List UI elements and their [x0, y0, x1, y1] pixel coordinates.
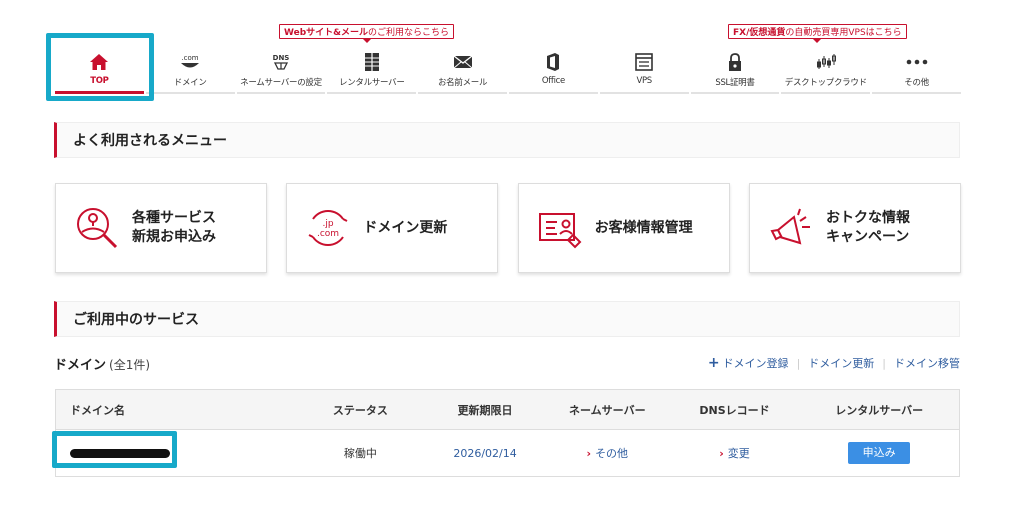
card-domain-renew[interactable]: .jp .com ドメイン更新 [286, 183, 499, 273]
dot-com-icon: .com [178, 52, 202, 72]
dns-value: 変更 [727, 447, 750, 460]
domain-register-link[interactable]: ドメイン登録 [723, 355, 789, 371]
server-icon [363, 52, 381, 72]
nav-item-label: レンタルサーバー [339, 78, 405, 88]
promo-website-mail[interactable]: Webサイト&メール のご利用ならこちら [279, 24, 455, 43]
divider: | [796, 356, 801, 370]
domain-links: + ドメイン登録 | ドメイン更新 | ドメイン移管 [708, 355, 960, 371]
office-icon [545, 52, 561, 72]
col-expiry: 更新期限日 [457, 403, 513, 417]
domain-renew-icon: .jp .com [305, 205, 351, 251]
mail-icon [453, 52, 473, 72]
domain-renew-link[interactable]: ドメイン更新 [808, 355, 874, 371]
expiry-cell: 2026/02/14 [453, 446, 517, 460]
nav-item-label: お名前メール [437, 78, 488, 88]
redacted-domain-name [70, 449, 170, 458]
status-cell: 稼働中 [343, 447, 377, 460]
divider: | [882, 356, 886, 370]
nav-item-label: SSL証明書 [715, 78, 755, 88]
apply-search-icon [74, 205, 120, 251]
dns-change-link[interactable]: › 変更 [719, 447, 750, 460]
nav-item-label: Office [541, 76, 565, 86]
nav-item-rental-server[interactable]: レンタルサーバー [327, 46, 417, 94]
home-icon [89, 52, 109, 72]
nameserver-value: その他 [595, 447, 629, 460]
domain-count: (全1件) [109, 357, 151, 372]
card-label: 各種サービス 新規お申込み [132, 210, 216, 245]
domain-table: ドメイン名 ステータス 更新期限日 ネームサーバー DNSレコード レンタルサー… [55, 389, 960, 477]
svg-text:DNS: DNS [273, 54, 290, 62]
lock-icon [727, 52, 743, 72]
card-new-application[interactable]: 各種サービス 新規お申込み [55, 183, 267, 273]
card-label: お客様情報管理 [594, 219, 693, 236]
table-header: ドメイン名 ステータス 更新期限日 ネームサーバー DNSレコード レンタルサー… [56, 390, 959, 430]
customer-info-icon [537, 205, 583, 251]
nav-item-top[interactable]: TOP [55, 46, 144, 94]
nav-item-vps[interactable]: VPS [599, 46, 689, 94]
plus-icon: + [707, 355, 720, 371]
frequent-menu-header: よく利用されるメニュー [54, 122, 960, 158]
rental-server-cell: 申込み [799, 442, 959, 464]
vps-icon [634, 52, 654, 72]
services-title: ご利用中のサービス [73, 312, 199, 328]
nav-item-nameserver[interactable]: DNS ネームサーバーの設定 [236, 46, 326, 94]
nav-item-label: ネームサーバーの設定 [240, 78, 322, 88]
chevron-right-icon: › [719, 447, 724, 460]
col-nameserver: ネームサーバー [569, 403, 646, 417]
nav-item-mail[interactable]: お名前メール [418, 46, 507, 94]
chevron-right-icon: › [586, 447, 592, 460]
nav-item-label: TOP [90, 76, 109, 86]
nameserver-cell: › その他 [545, 445, 670, 461]
nameserver-link[interactable]: › その他 [587, 447, 629, 460]
svg-text:.jp: .jp [323, 219, 334, 229]
nav-item-desktop-cloud[interactable]: デスクトップクラウド [781, 46, 871, 94]
domain-name-cell[interactable] [56, 447, 296, 460]
col-dns-record: DNSレコード [699, 403, 770, 417]
card-label: おトクな情報 キャンペーン [825, 210, 910, 245]
chart-icon [815, 52, 837, 72]
promo-fx-vps-rest: の自動売買専用VPSはこちら [785, 28, 902, 38]
nav-item-other[interactable]: その他 [872, 46, 961, 94]
nav-item-ssl[interactable]: SSL証明書 [690, 46, 780, 94]
domain-transfer-link[interactable]: ドメイン移管 [894, 355, 960, 371]
megaphone-icon [768, 205, 814, 251]
promo-website-mail-rest: のご利用ならこちら [368, 28, 450, 38]
frequent-menu-cards: 各種サービス 新規お申込み .jp .com ドメイン更新 お客様情報管理 おト… [55, 183, 961, 273]
col-status: ステータス [332, 403, 388, 417]
apply-button[interactable]: 申込み [848, 442, 911, 464]
nav-item-office[interactable]: Office [508, 46, 598, 94]
nav-item-label: その他 [904, 78, 929, 88]
nav-item-label: VPS [636, 76, 652, 86]
nav-item-label: ドメイン [173, 78, 207, 88]
domain-subheader: ドメイン (全1件) + ドメイン登録 | ドメイン更新 | ドメイン移管 [54, 353, 960, 373]
nav-item-domain[interactable]: .com ドメイン [145, 46, 235, 94]
dns-icon: DNS [269, 52, 293, 72]
col-rental-server: レンタルサーバー [835, 403, 924, 417]
frequent-menu-title: よく利用されるメニュー [73, 133, 227, 149]
card-customer-info[interactable]: お客様情報管理 [517, 183, 730, 273]
svg-text:.com: .com [317, 229, 339, 239]
card-label: ドメイン更新 [363, 219, 448, 236]
promo-fx-vps-bold: FX/仮想通貨 [733, 28, 786, 38]
svg-text:.com: .com [182, 54, 199, 62]
dns-cell: › 変更 [670, 445, 800, 461]
promo-website-mail-bold: Webサイト&メール [284, 28, 369, 38]
main-nav: TOP .com ドメイン DNS ネームサーバーの設定 レンタルサーバー お名… [54, 46, 962, 94]
services-header: ご利用中のサービス [54, 301, 960, 337]
promo-fx-vps[interactable]: FX/仮想通貨 の自動売買専用VPSはこちら [728, 24, 907, 43]
col-domain-name: ドメイン名 [70, 403, 125, 417]
table-row: 稼働中 2026/02/14 › その他 › 変更 申込み [56, 430, 959, 476]
more-icon [906, 52, 928, 72]
nav-item-label: デスクトップクラウド [784, 78, 867, 88]
domain-title: ドメイン [54, 357, 107, 373]
card-campaign[interactable]: おトクな情報 キャンペーン [748, 183, 961, 273]
